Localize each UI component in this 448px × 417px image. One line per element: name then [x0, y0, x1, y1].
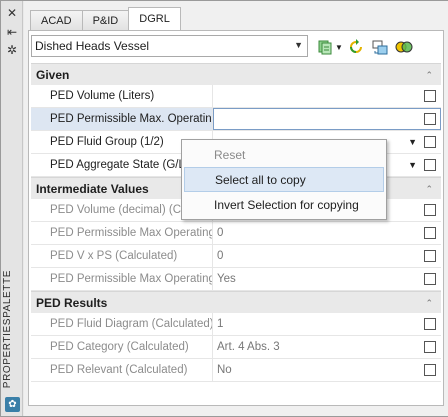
section-ped-results[interactable]: PED Results ⌃	[31, 291, 441, 313]
property-name: PED Fluid Diagram (Calculated)	[31, 313, 213, 335]
property-value[interactable]	[213, 85, 441, 107]
properties-palette-window: ✕ ⇤ ✲ PROPERTIESPALETTE ✿ ACAD P&ID DGRL…	[0, 0, 448, 417]
copy-checkbox[interactable]	[424, 159, 436, 171]
tab-dgrl[interactable]: DGRL	[128, 7, 181, 30]
context-menu: Reset Select all to copy Invert Selectio…	[181, 139, 387, 220]
collapse-icon[interactable]: ⌃	[425, 184, 433, 195]
settings-icon[interactable]: ✲	[5, 43, 19, 57]
property-value: 0	[217, 227, 224, 239]
copy-checkbox[interactable]	[424, 250, 436, 262]
property-name: PED Permissible Max Operating ...	[31, 222, 213, 244]
palette-title-strip: ✕ ⇤ ✲ PROPERTIESPALETTE ✿	[1, 1, 23, 416]
copy-checkbox[interactable]	[424, 273, 436, 285]
property-row[interactable]: PED Fluid Diagram (Calculated) 1	[31, 313, 441, 336]
section-title: Given	[36, 67, 70, 82]
section-title: Intermediate Values	[36, 181, 149, 196]
property-row[interactable]: PED Permissible Max Operating ... Yes	[31, 268, 441, 291]
property-row[interactable]: PED V x PS (Calculated) 0	[31, 245, 441, 268]
chevron-down-icon[interactable]: ▼	[408, 160, 417, 170]
section-title: PED Results	[36, 295, 108, 310]
property-row[interactable]: PED Permissible Max Operating ... 0	[31, 222, 441, 245]
tab-bar: ACAD P&ID DGRL	[30, 7, 181, 30]
property-row[interactable]: PED Volume (Liters)	[31, 85, 441, 108]
section-given[interactable]: Given ⌃	[31, 63, 441, 85]
quick-select-dropdown-icon[interactable]: ▼	[334, 38, 344, 56]
property-value: No	[217, 364, 232, 376]
property-value: 0	[217, 250, 224, 262]
palette-title: PROPERTIESPALETTE	[2, 269, 13, 388]
property-value: 1	[217, 318, 224, 330]
property-row-selected[interactable]: PED Permissible Max. Operating...	[31, 108, 441, 131]
property-value: Yes	[217, 273, 236, 285]
refresh-icon[interactable]	[347, 38, 365, 56]
copy-checkbox[interactable]	[424, 113, 436, 125]
property-grid: Given ⌃ PED Volume (Liters) PED Permissi…	[31, 63, 441, 382]
copy-checkbox[interactable]	[424, 90, 436, 102]
menu-item-select-all-to-copy[interactable]: Select all to copy	[184, 167, 384, 192]
property-value-input[interactable]	[213, 108, 441, 130]
auto-hide-icon[interactable]: ⇤	[5, 25, 19, 39]
tab-acad[interactable]: ACAD	[30, 10, 83, 30]
export-icon[interactable]	[371, 38, 389, 56]
property-name: PED Category (Calculated)	[31, 336, 213, 358]
copy-checkbox[interactable]	[424, 318, 436, 330]
copy-checkbox[interactable]	[424, 364, 436, 376]
copy-checkbox[interactable]	[424, 341, 436, 353]
compare-icon[interactable]	[395, 38, 413, 56]
property-name: PED Permissible Max. Operating...	[31, 108, 213, 130]
copy-checkbox[interactable]	[424, 204, 436, 216]
vessel-select[interactable]: Dished Heads Vessel ▼	[31, 35, 308, 57]
copy-checkbox[interactable]	[424, 136, 436, 148]
property-name: PED Permissible Max Operating ...	[31, 268, 213, 290]
tab-pid[interactable]: P&ID	[81, 10, 130, 30]
property-name: PED Volume (Liters)	[31, 85, 213, 107]
quick-select-icon[interactable]	[316, 38, 334, 56]
menu-item-reset[interactable]: Reset	[184, 142, 384, 167]
property-name: PED Relevant (Calculated)	[31, 359, 213, 381]
chevron-down-icon: ▼	[294, 40, 303, 50]
property-row[interactable]: PED Category (Calculated) Art. 4 Abs. 3	[31, 336, 441, 359]
menu-item-invert-selection[interactable]: Invert Selection for copying	[184, 192, 384, 217]
toolbar: Dished Heads Vessel ▼ ▼	[31, 35, 441, 59]
vessel-select-value: Dished Heads Vessel	[35, 39, 150, 53]
copy-checkbox[interactable]	[424, 227, 436, 239]
property-row[interactable]: PED Relevant (Calculated) No	[31, 359, 441, 382]
collapse-icon[interactable]: ⌃	[425, 298, 433, 309]
property-name: PED V x PS (Calculated)	[31, 245, 213, 267]
property-value: Art. 4 Abs. 3	[217, 341, 280, 353]
collapse-icon[interactable]: ⌃	[425, 70, 433, 81]
palette-logo-icon[interactable]: ✿	[5, 397, 20, 412]
chevron-down-icon[interactable]: ▼	[408, 137, 417, 147]
close-icon[interactable]: ✕	[5, 6, 19, 20]
